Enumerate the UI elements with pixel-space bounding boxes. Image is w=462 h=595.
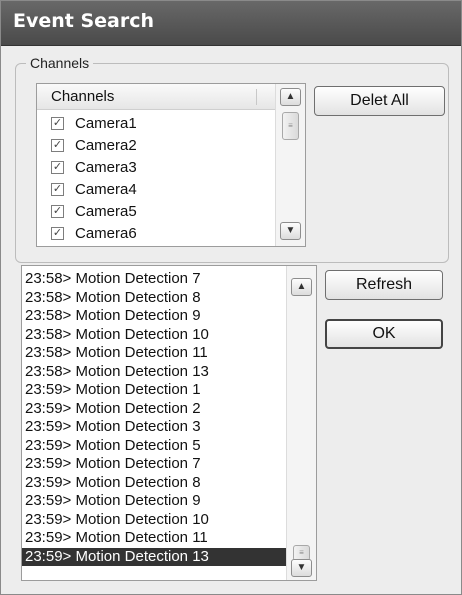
channel-list-item[interactable]: ✓ Camera6 [37,224,275,246]
chevron-down-icon[interactable]: ▼ [291,559,312,577]
event-list-item[interactable]: 23:58> Motion Detection 9 [22,307,288,326]
event-list-item[interactable]: 23:59> Motion Detection 11 [22,529,288,548]
chevron-down-icon[interactable]: ▼ [280,222,301,240]
checkbox[interactable]: ✓ [51,161,64,174]
channel-label: Camera1 [75,115,137,132]
delete-all-button[interactable]: Delet All [314,86,445,116]
event-list-item[interactable]: 23:59> Motion Detection 10 [22,511,288,530]
event-list-item[interactable]: 23:59> Motion Detection 8 [22,474,288,493]
event-list-item[interactable]: 23:58> Motion Detection 10 [22,326,288,345]
window-title: Event Search [13,10,155,32]
checkbox[interactable]: ✓ [51,183,64,196]
channel-label: Camera6 [75,225,137,242]
channel-list-item[interactable]: ✓ Camera4 [37,180,275,202]
event-list-item[interactable]: 23:59> Motion Detection 9 [22,492,288,511]
event-scrollbar[interactable]: ▲ ≡ ▼ [286,266,316,580]
channel-scrollbar[interactable]: ▲ ≡ ▼ [275,84,305,246]
column-divider [256,89,257,105]
event-list-item[interactable]: 23:59> Motion Detection 7 [22,455,288,474]
checkbox[interactable]: ✓ [51,227,64,240]
chevron-up-icon[interactable]: ▲ [291,278,312,296]
channel-column-header: Channels [51,88,115,105]
check-icon: ✓ [52,227,63,239]
channel-list-item[interactable]: ✓ Camera2 [37,136,275,158]
channel-list[interactable]: Channels ✓ Camera1 ✓ Camera2 ✓ Camera3 ✓ Camera… [36,83,306,247]
check-icon: ✓ [52,161,63,173]
event-search-window: Event Search Channels Channels ✓ Camera1 ✓… [0,0,462,595]
channel-label: Camera3 [75,159,137,176]
checkbox[interactable]: ✓ [51,205,64,218]
channel-list-item[interactable]: ✓ Camera3 [37,158,275,180]
check-icon: ✓ [52,139,63,151]
channel-rows: ✓ Camera1 ✓ Camera2 ✓ Camera3 ✓ Camera4 ✓ Camera5… [37,114,275,246]
event-list[interactable]: 23:58> Motion Detection 7 23:58> Motion D… [21,265,317,581]
event-list-item[interactable]: 23:59> Motion Detection 3 [22,418,288,437]
event-rows: 23:58> Motion Detection 7 23:58> Motion D… [22,270,288,566]
ok-button[interactable]: OK [325,319,443,349]
event-list-item[interactable]: 23:59> Motion Detection 13 [22,547,288,566]
channel-list-header[interactable]: Channels [37,84,275,110]
channel-label: Camera4 [75,181,137,198]
channel-list-item[interactable]: ✓ Camera1 [37,114,275,136]
event-list-item[interactable]: 23:58> Motion Detection 11 [22,344,288,363]
check-icon: ✓ [52,205,63,217]
check-icon: ✓ [52,183,63,195]
event-list-item[interactable]: 23:58> Motion Detection 7 [22,270,288,289]
refresh-button[interactable]: Refresh [325,270,443,300]
chevron-up-icon[interactable]: ▲ [280,88,301,106]
event-list-item[interactable]: 23:59> Motion Detection 1 [22,381,288,400]
checkbox[interactable]: ✓ [51,117,64,130]
channel-label: Camera2 [75,137,137,154]
check-icon: ✓ [52,117,63,129]
channel-label: Camera5 [75,203,137,220]
event-list-item[interactable]: 23:58> Motion Detection 13 [22,363,288,382]
title-bar[interactable]: Event Search [1,1,461,46]
checkbox[interactable]: ✓ [51,139,64,152]
event-list-item[interactable]: 23:58> Motion Detection 8 [22,289,288,308]
scroll-thumb[interactable]: ≡ [282,112,299,140]
channel-list-item[interactable]: ✓ Camera5 [37,202,275,224]
channels-group-legend: Channels [30,55,90,71]
event-list-item[interactable]: 23:59> Motion Detection 5 [22,437,288,456]
event-list-item[interactable]: 23:59> Motion Detection 2 [22,400,288,419]
